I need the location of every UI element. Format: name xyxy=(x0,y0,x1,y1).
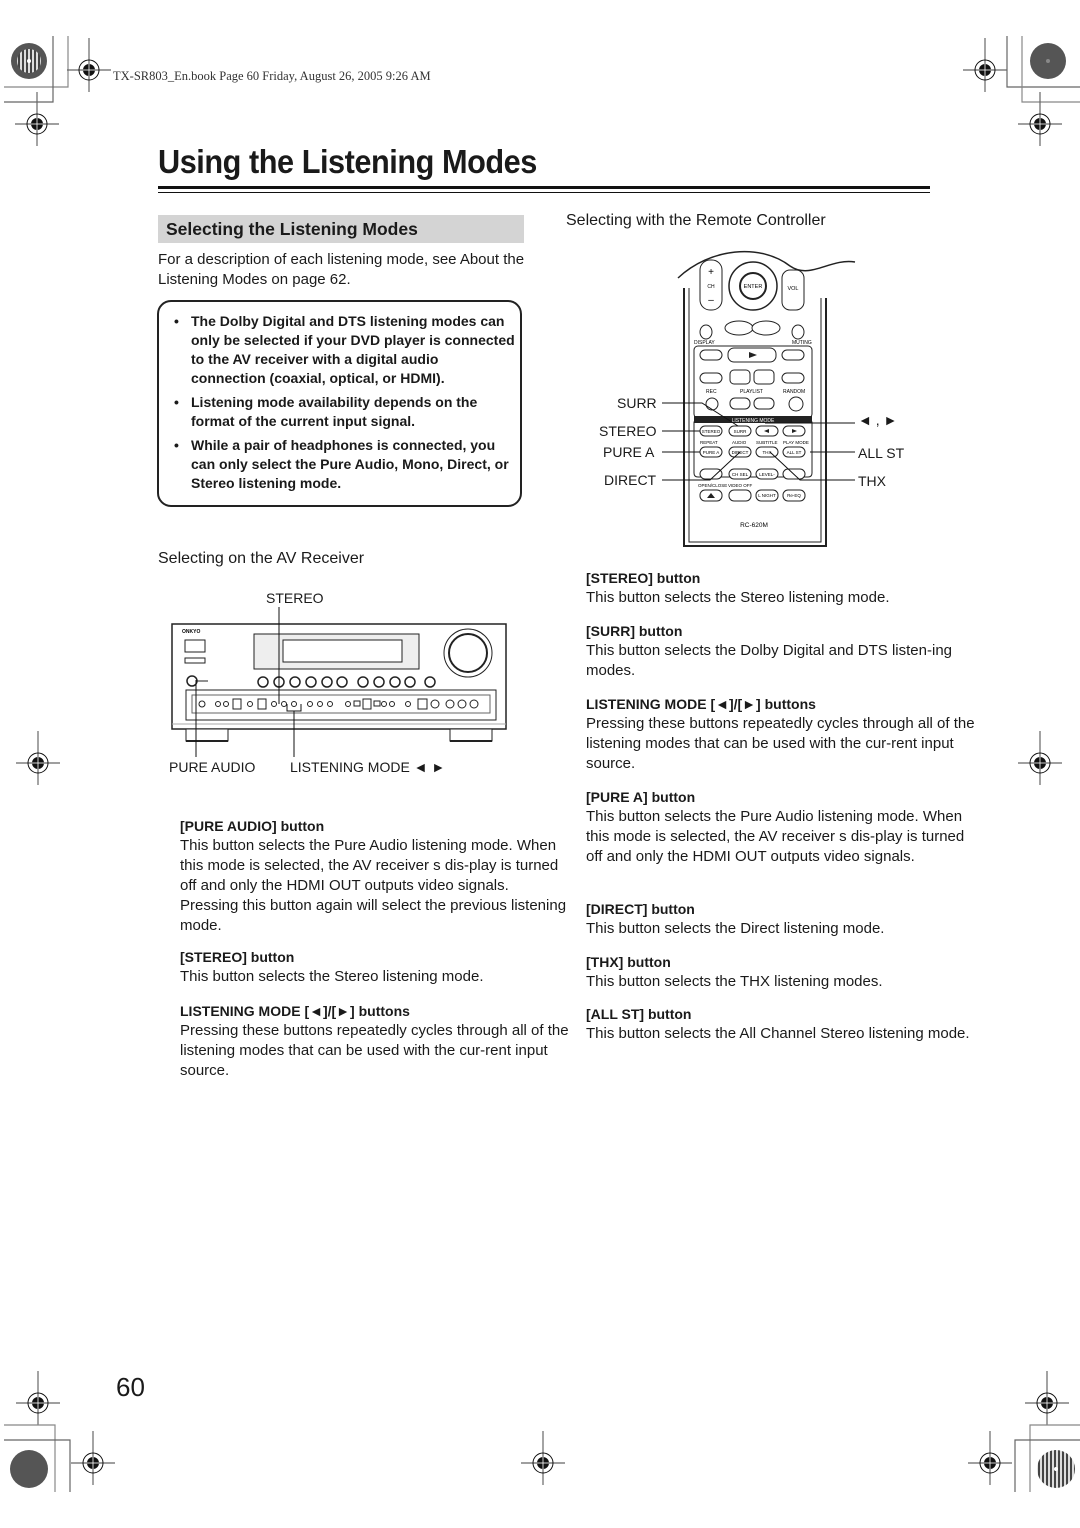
callout-direct: DIRECT xyxy=(604,472,657,488)
callout-surr: SURR xyxy=(617,395,657,411)
desc-title: [DIRECT] button xyxy=(586,901,695,917)
receiver-desc-pure-audio: [PURE AUDIO] button This button selects … xyxy=(180,817,570,936)
desc-text: Pressing these buttons repeatedly cycles… xyxy=(586,715,975,772)
section-heading-text: Selecting the Listening Modes xyxy=(166,219,418,239)
display-label: DISPLAY xyxy=(694,340,715,346)
desc-title: LISTENING MODE [◄]/[►] buttons xyxy=(586,696,816,712)
desc-text: This button selects the THX listening mo… xyxy=(586,973,883,990)
listening-mode-label: LISTENING MODE xyxy=(732,418,775,424)
level-minus-key-label: LEVEL- xyxy=(759,472,775,477)
re-eq-key-label: Re-EQ xyxy=(787,493,801,498)
desc-text: This button selects the Pure Audio liste… xyxy=(586,808,965,865)
note-list: The Dolby Digital and DTS listening mode… xyxy=(171,312,516,498)
av-receiver-illustration: ONKYO xyxy=(171,623,507,742)
page-title: Using the Listening Modes xyxy=(158,143,537,180)
desc-text: This button selects the Pure Audio liste… xyxy=(180,837,567,934)
starburst-target-icon xyxy=(1030,43,1066,79)
callout-stereo: STEREO xyxy=(599,423,657,439)
remote-model-label: RC-620M xyxy=(740,522,768,529)
ch-label: CH xyxy=(707,284,715,290)
remote-desc-listening-mode: LISTENING MODE [◄]/[►] buttons Pressing … xyxy=(586,695,976,774)
desc-title: [THX] button xyxy=(586,954,671,970)
desc-title: [PURE A] button xyxy=(586,789,696,805)
desc-title: [STEREO] button xyxy=(586,570,701,586)
note-item: Listening mode availability depends on t… xyxy=(171,393,516,431)
starburst-target-icon xyxy=(10,1450,48,1488)
muting-label: MUTING xyxy=(792,340,812,346)
receiver-desc-stereo: [STEREO] button This button selects the … xyxy=(180,948,570,987)
ch-sel-key-label: CH SEL xyxy=(732,472,749,477)
desc-title: LISTENING MODE [◄]/[►] buttons xyxy=(180,1003,410,1019)
playlist-label: PLAYLIST xyxy=(740,389,763,395)
desc-title: [PURE AUDIO] button xyxy=(180,818,325,834)
all-st-key-label: ALL ST xyxy=(787,450,802,455)
remote-heading: Selecting with the Remote Controller xyxy=(566,212,826,229)
callout-thx: THX xyxy=(858,473,886,489)
enter-button-label: ENTER xyxy=(744,284,763,290)
play-mode-label: PLAY MODE xyxy=(783,440,809,445)
starburst-target-icon xyxy=(11,43,47,79)
starburst-target-icon xyxy=(1037,1450,1075,1488)
subtitle-label: SUBTITLE xyxy=(756,440,778,445)
desc-text: This button selects the Stereo listening… xyxy=(180,968,484,985)
desc-title: [STEREO] button xyxy=(180,949,295,965)
remote-desc-pure-a: [PURE A] button This button selects the … xyxy=(586,788,976,867)
section-heading: Selecting the Listening Modes xyxy=(158,215,524,243)
l-night-key-label: L NIGHT xyxy=(758,493,776,498)
remote-desc-surr: [SURR] button This button selects the Do… xyxy=(586,622,976,681)
title-rule xyxy=(158,186,930,189)
remote-desc-direct: [DIRECT] button This button selects the … xyxy=(586,900,976,939)
note-item: The Dolby Digital and DTS listening mode… xyxy=(171,312,516,388)
desc-title: [SURR] button xyxy=(586,623,683,639)
callout-all-st: ALL ST xyxy=(858,445,905,461)
rec-label: REC xyxy=(706,389,717,395)
remote-desc-all-st: [ALL ST] button This button selects the … xyxy=(586,1005,976,1044)
receiver-desc-listening-mode: LISTENING MODE [◄]/[►] buttons Pressing … xyxy=(180,1002,570,1081)
print-info-header: TX-SR803_En.book Page 60 Friday, August … xyxy=(113,69,431,83)
surr-key-label: SURR xyxy=(734,429,748,434)
desc-text: This button selects the Direct listening… xyxy=(586,920,885,937)
pure-a-key-label: PURE A xyxy=(703,450,720,455)
remote-desc-thx: [THX] button This button selects the THX… xyxy=(586,953,976,992)
remote-controller-illustration: + – CH ENTER VOL DISPLAY MUTING REC PLAY… xyxy=(677,250,856,547)
callout-pure-a: PURE A xyxy=(603,444,655,460)
random-label: RANDOM xyxy=(783,389,805,395)
intro-text: For a description of each listening mode… xyxy=(158,251,525,288)
open-close-label: OPEN/CLOSE xyxy=(698,483,727,488)
audio-label: AUDIO xyxy=(732,440,747,445)
remote-desc-stereo: [STEREO] button This button selects the … xyxy=(586,569,976,608)
desc-text: This button selects the All Channel Ster… xyxy=(586,1025,970,1042)
desc-title: [ALL ST] button xyxy=(586,1006,692,1022)
callout-receiver-listening-mode: LISTENING MODE ◄ ► xyxy=(290,759,446,775)
callout-listening-arrows: ◄ , ► xyxy=(858,412,898,428)
page-number: 60 xyxy=(116,1372,145,1402)
desc-text: This button selects the Stereo listening… xyxy=(586,589,890,606)
svg-text:+: + xyxy=(708,267,714,278)
video-off-label: VIDEO OFF xyxy=(728,483,753,488)
brand-logo: ONKYO xyxy=(182,629,200,635)
receiver-heading: Selecting on the AV Receiver xyxy=(158,550,365,567)
stereo-key-label: STEREO xyxy=(702,429,721,434)
note-box: The Dolby Digital and DTS listening mode… xyxy=(157,300,522,507)
note-item: While a pair of headphones is connected,… xyxy=(171,436,516,493)
repeat-label: REPEAT xyxy=(700,440,718,445)
callout-receiver-stereo: STEREO xyxy=(266,590,324,606)
svg-text:–: – xyxy=(708,295,714,306)
title-rule-thin xyxy=(158,192,930,193)
direct-key-label: DIRECT xyxy=(732,450,749,455)
vol-label: VOL xyxy=(787,286,798,292)
desc-text: Pressing these buttons repeatedly cycles… xyxy=(180,1022,569,1079)
thx-key-label: THX xyxy=(763,450,772,455)
desc-text: This button selects the Dolby Digital an… xyxy=(586,642,953,679)
callout-pure-audio: PURE AUDIO xyxy=(169,759,256,775)
